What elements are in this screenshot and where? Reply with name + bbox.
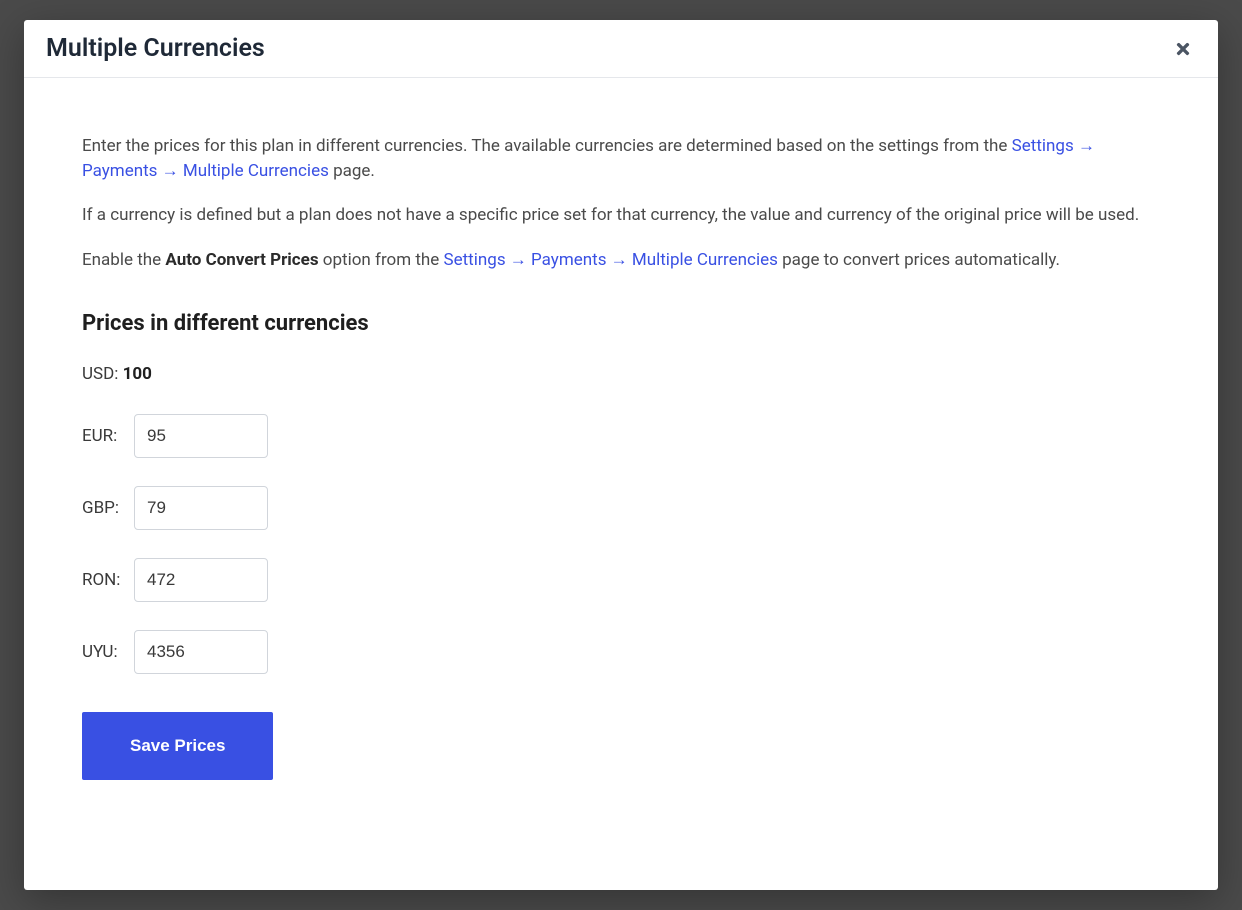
intro-p1-prefix: Enter the prices for this plan in differ… <box>82 136 1012 156</box>
prices-section-heading: Prices in different currencies <box>82 311 1160 336</box>
modal-title: Multiple Currencies <box>46 34 265 63</box>
modal-body: Enter the prices for this plan in differ… <box>24 78 1218 890</box>
base-currency-value: 100 <box>123 364 152 384</box>
eur-label: EUR: <box>82 426 126 446</box>
price-row-eur: EUR: <box>82 414 1160 458</box>
price-row-uyu: UYU: <box>82 630 1160 674</box>
gbp-input[interactable] <box>134 486 268 530</box>
intro-p3-suffix: page to convert prices automatically. <box>778 250 1060 270</box>
intro-paragraph-2: If a currency is defined but a plan does… <box>82 203 1160 228</box>
gbp-label: GBP: <box>82 498 126 518</box>
ron-input[interactable] <box>134 558 268 602</box>
intro-p3-middle: option from the <box>319 250 444 270</box>
intro-text: Enter the prices for this plan in differ… <box>82 134 1160 273</box>
settings-payments-link-2[interactable]: Settings → Payments → Multiple Currencie… <box>444 250 778 270</box>
close-button[interactable] <box>1170 36 1196 62</box>
price-row-ron: RON: <box>82 558 1160 602</box>
multiple-currencies-modal: Multiple Currencies Enter the prices for… <box>24 20 1218 890</box>
uyu-input[interactable] <box>134 630 268 674</box>
price-row-gbp: GBP: <box>82 486 1160 530</box>
save-prices-button[interactable]: Save Prices <box>82 712 273 780</box>
intro-p3-prefix: Enable the <box>82 250 165 270</box>
close-icon <box>1174 40 1192 58</box>
base-currency-row: USD: 100 <box>82 364 1160 384</box>
base-currency-label: USD: <box>82 364 118 384</box>
auto-convert-option-name: Auto Convert Prices <box>165 250 318 270</box>
ron-label: RON: <box>82 570 126 590</box>
uyu-label: UYU: <box>82 642 126 662</box>
modal-header: Multiple Currencies <box>24 20 1218 78</box>
intro-paragraph-3: Enable the Auto Convert Prices option fr… <box>82 248 1160 273</box>
eur-input[interactable] <box>134 414 268 458</box>
intro-p1-suffix: page. <box>329 161 375 181</box>
intro-paragraph-1: Enter the prices for this plan in differ… <box>82 134 1160 183</box>
